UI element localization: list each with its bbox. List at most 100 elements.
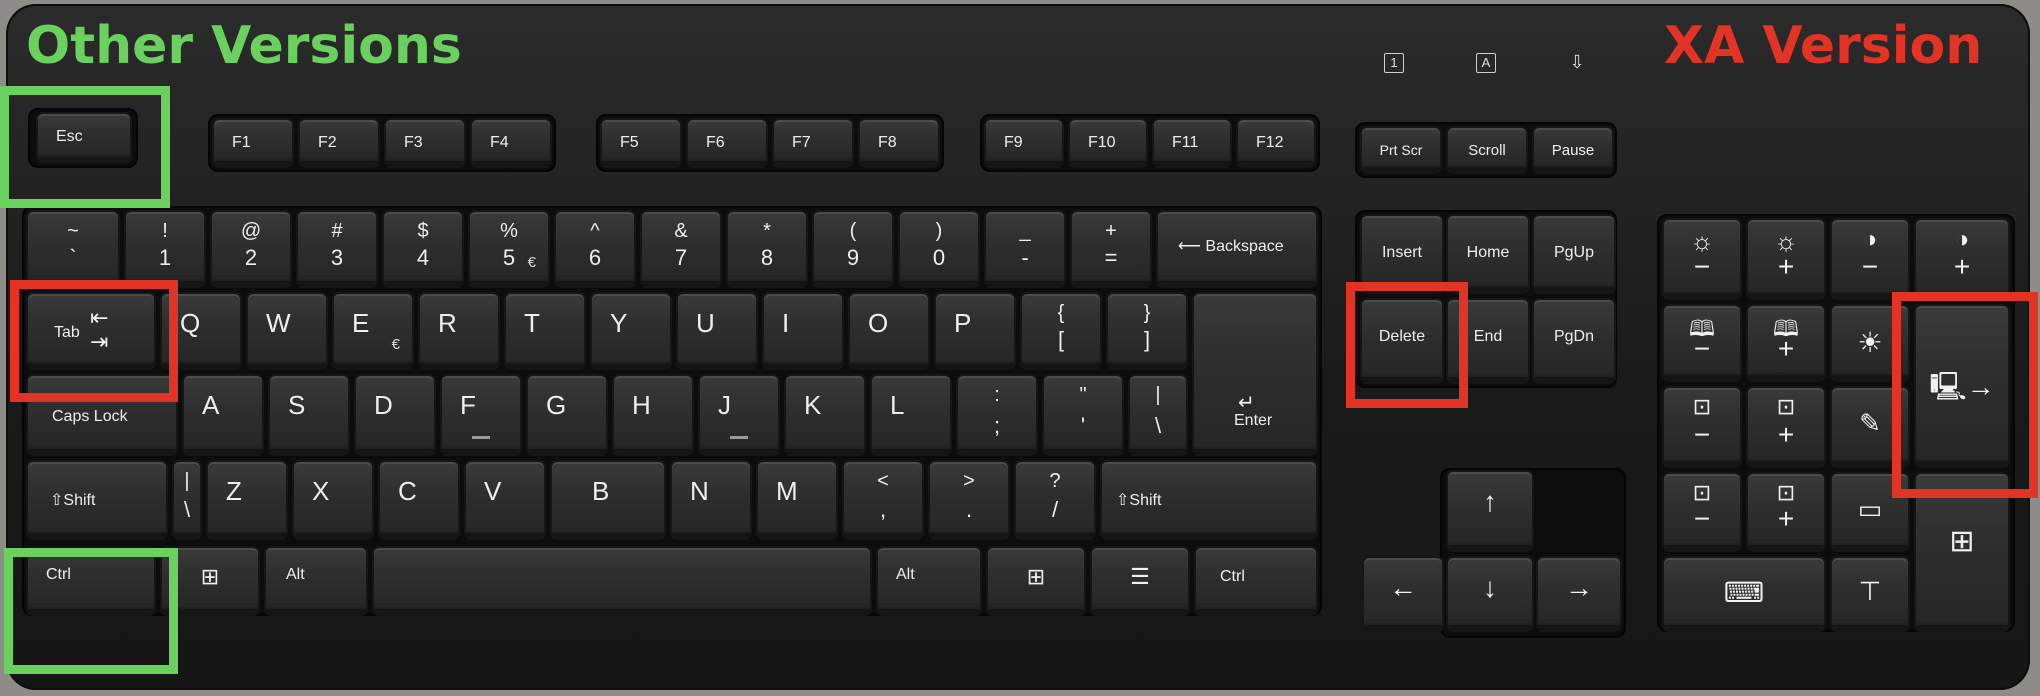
- key-e[interactable]: E €: [332, 292, 414, 370]
- f5-key[interactable]: F5: [600, 118, 682, 168]
- key-8[interactable]: * 8: [726, 210, 808, 288]
- f9-key[interactable]: F9: [984, 118, 1064, 168]
- right-ctrl-key[interactable]: Ctrl: [1194, 546, 1318, 616]
- zoom-in-key[interactable]: ⊡ +: [1746, 386, 1826, 468]
- volume-down-key[interactable]: 🕮 −: [1662, 304, 1742, 382]
- key-z[interactable]: Z: [206, 460, 288, 540]
- key-v[interactable]: V: [464, 460, 546, 540]
- brightness-up-key[interactable]: ☼ +: [1746, 218, 1826, 300]
- xa-version-tab-highlight: [10, 280, 178, 402]
- page-down-key[interactable]: PgDn: [1532, 298, 1616, 384]
- contrast-up-key[interactable]: ◑ +: [1914, 218, 2010, 300]
- print-screen-key[interactable]: Prt Scr: [1360, 126, 1442, 174]
- key-f[interactable]: F: [440, 374, 522, 456]
- key-g[interactable]: G: [526, 374, 608, 456]
- left-alt-key[interactable]: Alt: [264, 546, 368, 616]
- key-n[interactable]: N: [670, 460, 752, 540]
- key-o[interactable]: O: [848, 292, 930, 370]
- right-shift-key[interactable]: ⇧Shift: [1100, 460, 1318, 540]
- f3-key[interactable]: F3: [384, 118, 466, 168]
- f1-key[interactable]: F1: [212, 118, 294, 168]
- key-5[interactable]: % 5 €: [468, 210, 550, 288]
- page-up-key[interactable]: PgUp: [1532, 214, 1616, 294]
- key-b[interactable]: B: [550, 460, 666, 540]
- slash-key[interactable]: ? /: [1014, 460, 1096, 540]
- right-alt-key[interactable]: Alt: [876, 546, 982, 616]
- key-j[interactable]: J: [698, 374, 780, 456]
- contrast-down-key[interactable]: ◑ −: [1830, 218, 1910, 300]
- key-y[interactable]: Y: [590, 292, 672, 370]
- enter-key[interactable]: Enter ↵: [1192, 292, 1318, 456]
- key-s[interactable]: S: [268, 374, 350, 456]
- key-x[interactable]: X: [292, 460, 374, 540]
- other-versions-esc-highlight: [0, 86, 170, 208]
- semicolon-key[interactable]: :;: [956, 374, 1038, 456]
- hierarchy-key[interactable]: ⊤: [1830, 556, 1910, 632]
- key-k[interactable]: K: [784, 374, 866, 456]
- key-h[interactable]: H: [612, 374, 694, 456]
- key-7[interactable]: & 7: [640, 210, 722, 288]
- up-arrow-key[interactable]: ↑: [1446, 470, 1534, 552]
- minus-key[interactable]: _ -: [984, 210, 1066, 288]
- f2-key[interactable]: F2: [298, 118, 380, 168]
- key-m[interactable]: M: [756, 460, 838, 540]
- key-i[interactable]: I: [762, 292, 844, 370]
- iso-backslash-key[interactable]: | \: [172, 460, 202, 540]
- key-t[interactable]: T: [504, 292, 586, 370]
- down-arrow-key[interactable]: ↓: [1446, 556, 1534, 632]
- f6-key[interactable]: F6: [686, 118, 768, 168]
- right-windows-key[interactable]: ⊞: [986, 546, 1086, 616]
- scroll-lock-indicator-icon: ⇩: [1569, 52, 1585, 72]
- magnify-up-key[interactable]: ⊡ +: [1746, 472, 1826, 552]
- key-a[interactable]: A: [182, 374, 264, 456]
- zoom-out-key[interactable]: ⊡ −: [1662, 386, 1742, 468]
- f11-key[interactable]: F11: [1152, 118, 1232, 168]
- left-bracket-key[interactable]: {[: [1020, 292, 1102, 370]
- f8-key[interactable]: F8: [858, 118, 940, 168]
- equals-key[interactable]: + =: [1070, 210, 1152, 288]
- left-shift-key[interactable]: ⇧Shift: [26, 460, 168, 540]
- right-bracket-key[interactable]: }]: [1106, 292, 1188, 370]
- scroll-lock-key[interactable]: Scroll: [1446, 126, 1528, 174]
- key-r[interactable]: R: [418, 292, 500, 370]
- keyboard-person-key[interactable]: ⌨: [1662, 556, 1826, 632]
- menu-key[interactable]: ☰: [1090, 546, 1190, 616]
- volume-up-key[interactable]: 🕮 +: [1746, 304, 1826, 382]
- comma-key[interactable]: <,: [842, 460, 924, 540]
- f10-key[interactable]: F10: [1068, 118, 1148, 168]
- brightness-down-key[interactable]: ☼ −: [1662, 218, 1742, 300]
- keyboard-person-icon: ⌨: [1723, 577, 1765, 608]
- backslash-key[interactable]: | \: [1128, 374, 1188, 456]
- pause-key[interactable]: Pause: [1532, 126, 1614, 174]
- key-p[interactable]: P: [934, 292, 1016, 370]
- backspace-key[interactable]: ⟵ Backspace: [1156, 210, 1318, 288]
- key-w[interactable]: W: [246, 292, 328, 370]
- arrow-left-icon: ←: [1389, 572, 1417, 603]
- key-4[interactable]: $4: [382, 210, 464, 288]
- key-2[interactable]: @2: [210, 210, 292, 288]
- space-bar[interactable]: [372, 546, 872, 616]
- f4-key[interactable]: F4: [470, 118, 552, 168]
- key-0[interactable]: ) 0: [898, 210, 980, 288]
- key-6[interactable]: ^ 6: [554, 210, 636, 288]
- quote-key[interactable]: " ': [1042, 374, 1124, 456]
- magnifier-icon: ⊡: [1776, 394, 1796, 419]
- key-9[interactable]: (9: [812, 210, 894, 288]
- key-u[interactable]: U: [676, 292, 758, 370]
- euro-symbol: €: [391, 336, 400, 353]
- key-1[interactable]: ! 1: [124, 210, 206, 288]
- key-d[interactable]: D: [354, 374, 436, 456]
- f12-key[interactable]: F12: [1236, 118, 1316, 168]
- f7-key[interactable]: F7: [772, 118, 854, 168]
- magnify-down-key[interactable]: ⊡ −: [1662, 472, 1742, 552]
- enter-arrow-icon: ↵: [1238, 392, 1255, 414]
- home-bump-icon: [472, 436, 490, 439]
- left-arrow-key[interactable]: ←: [1362, 556, 1444, 632]
- key-3[interactable]: #3: [296, 210, 378, 288]
- tilde-key[interactable]: ~ `: [26, 210, 120, 288]
- key-c[interactable]: C: [378, 460, 460, 540]
- period-key[interactable]: >.: [928, 460, 1010, 540]
- windows-logo-icon: ⊞: [1026, 564, 1046, 589]
- right-arrow-key[interactable]: →: [1536, 556, 1622, 632]
- key-l[interactable]: L: [870, 374, 952, 456]
